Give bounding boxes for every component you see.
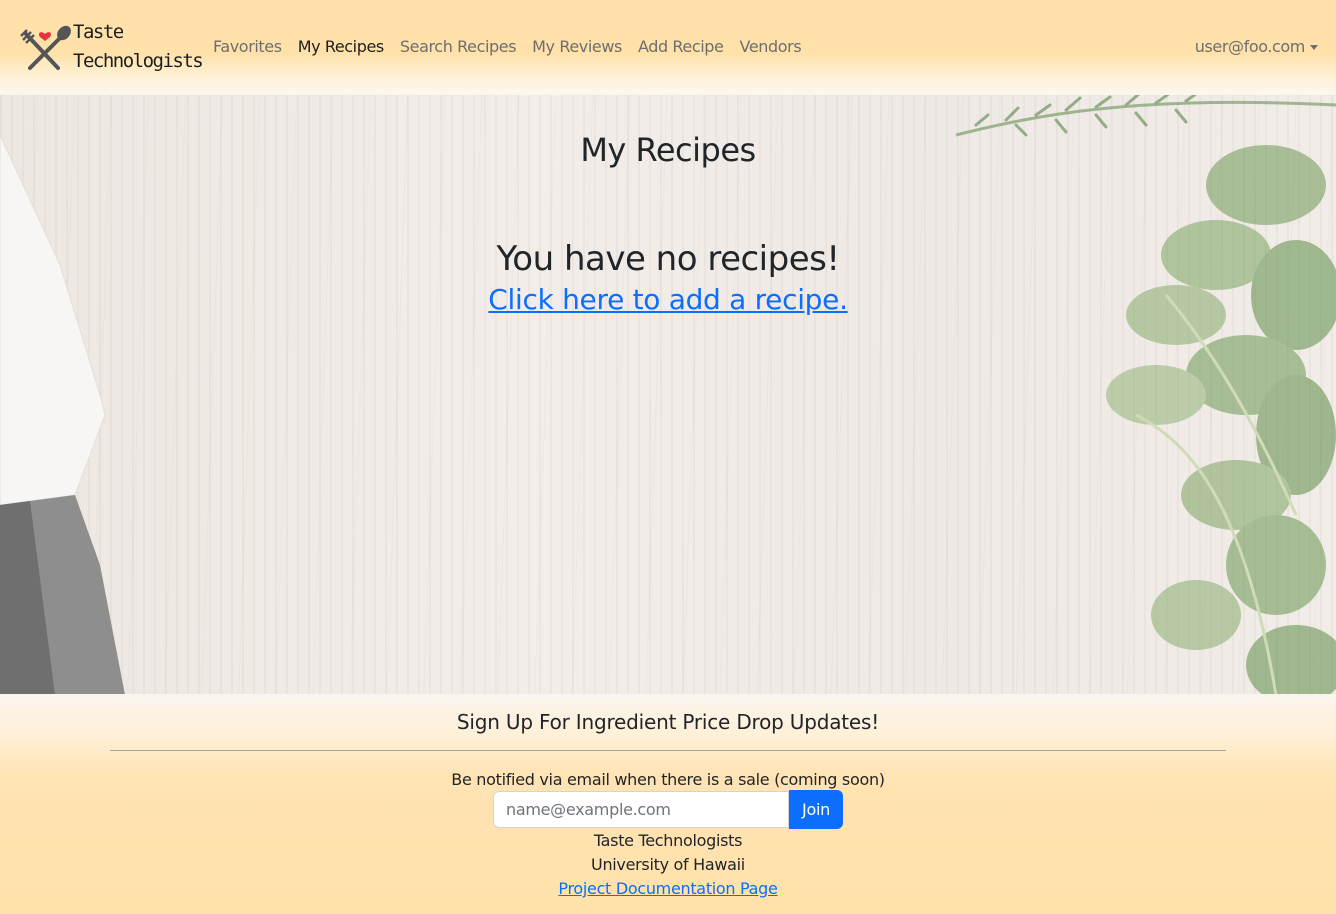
brand-logo[interactable]: Taste Technologists (18, 18, 204, 80)
footer-university: University of Hawaii (591, 855, 745, 874)
navbar: Taste Technologists Favorites My Recipes… (0, 0, 1336, 95)
email-input[interactable] (493, 791, 789, 828)
nav-item-vendors[interactable]: Vendors (732, 36, 810, 58)
herbs-decoration (955, 95, 1336, 695)
heart-fork-spoon-icon (20, 25, 71, 70)
brand-line-2: Technologists (73, 50, 204, 72)
chevron-down-icon (1310, 44, 1318, 50)
user-email: user@foo.com (1194, 37, 1306, 56)
brand-line-1: Taste (73, 21, 124, 43)
footer-subtitle: Be notified via email when there is a sa… (451, 770, 885, 789)
project-documentation-link[interactable]: Project Documentation Page (558, 879, 778, 898)
footer: Sign Up For Ingredient Price Drop Update… (0, 694, 1336, 914)
footer-org: Taste Technologists (593, 831, 743, 850)
signup-form: Join (493, 790, 843, 829)
nav-item-favorites[interactable]: Favorites (205, 36, 290, 58)
empty-state-message: You have no recipes! (496, 239, 840, 279)
nav-links: Favorites My Recipes Search Recipes My R… (205, 36, 809, 58)
knife-decoration (0, 134, 125, 695)
user-dropdown[interactable]: user@foo.com (1195, 36, 1318, 58)
footer-title: Sign Up For Ingredient Price Drop Update… (456, 710, 880, 734)
add-recipe-link-wrapper: Click here to add a recipe. (0, 283, 1336, 316)
footer-doc-link-wrapper: Project Documentation Page (0, 879, 1336, 898)
page-title: My Recipes (580, 131, 756, 169)
nav-item-my-reviews[interactable]: My Reviews (524, 36, 630, 58)
nav-item-my-recipes[interactable]: My Recipes (290, 36, 392, 58)
join-button[interactable]: Join (789, 790, 843, 829)
main-content: My Recipes You have no recipes! Click he… (0, 95, 1336, 695)
footer-divider (110, 750, 1226, 751)
nav-item-add-recipe[interactable]: Add Recipe (630, 36, 732, 58)
nav-item-search-recipes[interactable]: Search Recipes (392, 36, 524, 58)
brand-name: Taste Technologists (73, 18, 204, 76)
add-recipe-link[interactable]: Click here to add a recipe. (488, 283, 848, 316)
